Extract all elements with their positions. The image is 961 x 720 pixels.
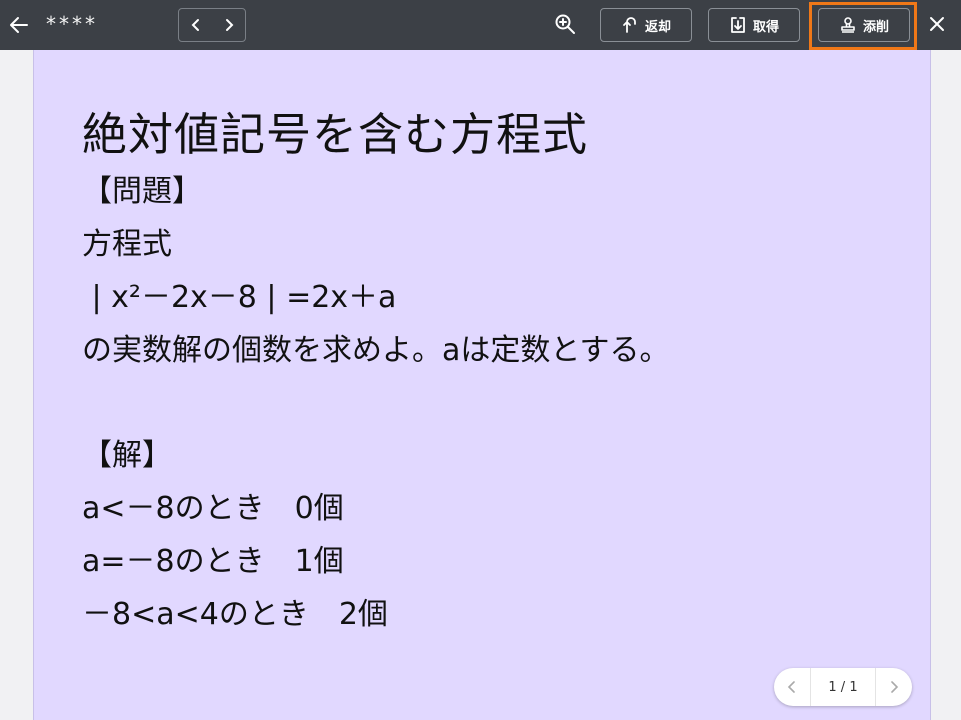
solution-line: －8<a<4のとき 2個 xyxy=(82,597,388,632)
page-count: 1 / 1 xyxy=(828,679,858,695)
next-document-button[interactable] xyxy=(212,9,245,41)
stamp-icon xyxy=(841,17,855,33)
return-button[interactable]: 返却 xyxy=(600,8,692,42)
take-button[interactable]: 取得 xyxy=(708,8,800,42)
close-icon[interactable] xyxy=(924,11,950,37)
prev-page-button[interactable] xyxy=(774,668,810,706)
chevron-left-icon xyxy=(787,681,795,693)
page-title: 絶対値記号を含む方程式 xyxy=(82,108,589,161)
solution-header: 【解】 xyxy=(82,438,172,473)
mark-button-label: 添削 xyxy=(862,19,889,35)
chevron-right-icon xyxy=(225,19,233,31)
download-icon xyxy=(731,17,745,33)
prev-document-button[interactable] xyxy=(179,9,212,41)
document-page: 絶対値記号を含む方程式 【問題】 方程式 | x²－2x－8 | =2x＋a の… xyxy=(33,50,931,720)
solution-line: a<－8のとき 0個 xyxy=(82,491,344,526)
return-button-label: 返却 xyxy=(644,19,671,35)
problem-line: 方程式 xyxy=(82,227,172,262)
problem-header: 【問題】 xyxy=(82,174,202,209)
back-arrow-icon[interactable] xyxy=(4,10,34,40)
problem-line: | x²－2x－8 | =2x＋a xyxy=(82,280,397,315)
chevron-left-icon xyxy=(191,19,199,31)
return-icon xyxy=(623,17,636,33)
top-toolbar: **** 返却 取得 添削 xyxy=(0,0,961,50)
zoom-in-icon[interactable] xyxy=(552,11,578,37)
next-page-button[interactable] xyxy=(876,668,912,706)
document-content: 絶対値記号を含む方程式 【問題】 方程式 | x²－2x－8 | =2x＋a の… xyxy=(82,105,669,641)
document-title: **** xyxy=(46,12,98,36)
solution-line: a=－8のとき 1個 xyxy=(82,544,344,579)
page-indicator: 1 / 1 xyxy=(774,668,912,706)
document-pager xyxy=(178,8,246,42)
problem-line: の実数解の個数を求めよ。aは定数とする。 xyxy=(82,333,670,368)
mark-button[interactable]: 添削 xyxy=(818,8,910,42)
take-button-label: 取得 xyxy=(752,19,779,35)
chevron-right-icon xyxy=(891,681,899,693)
